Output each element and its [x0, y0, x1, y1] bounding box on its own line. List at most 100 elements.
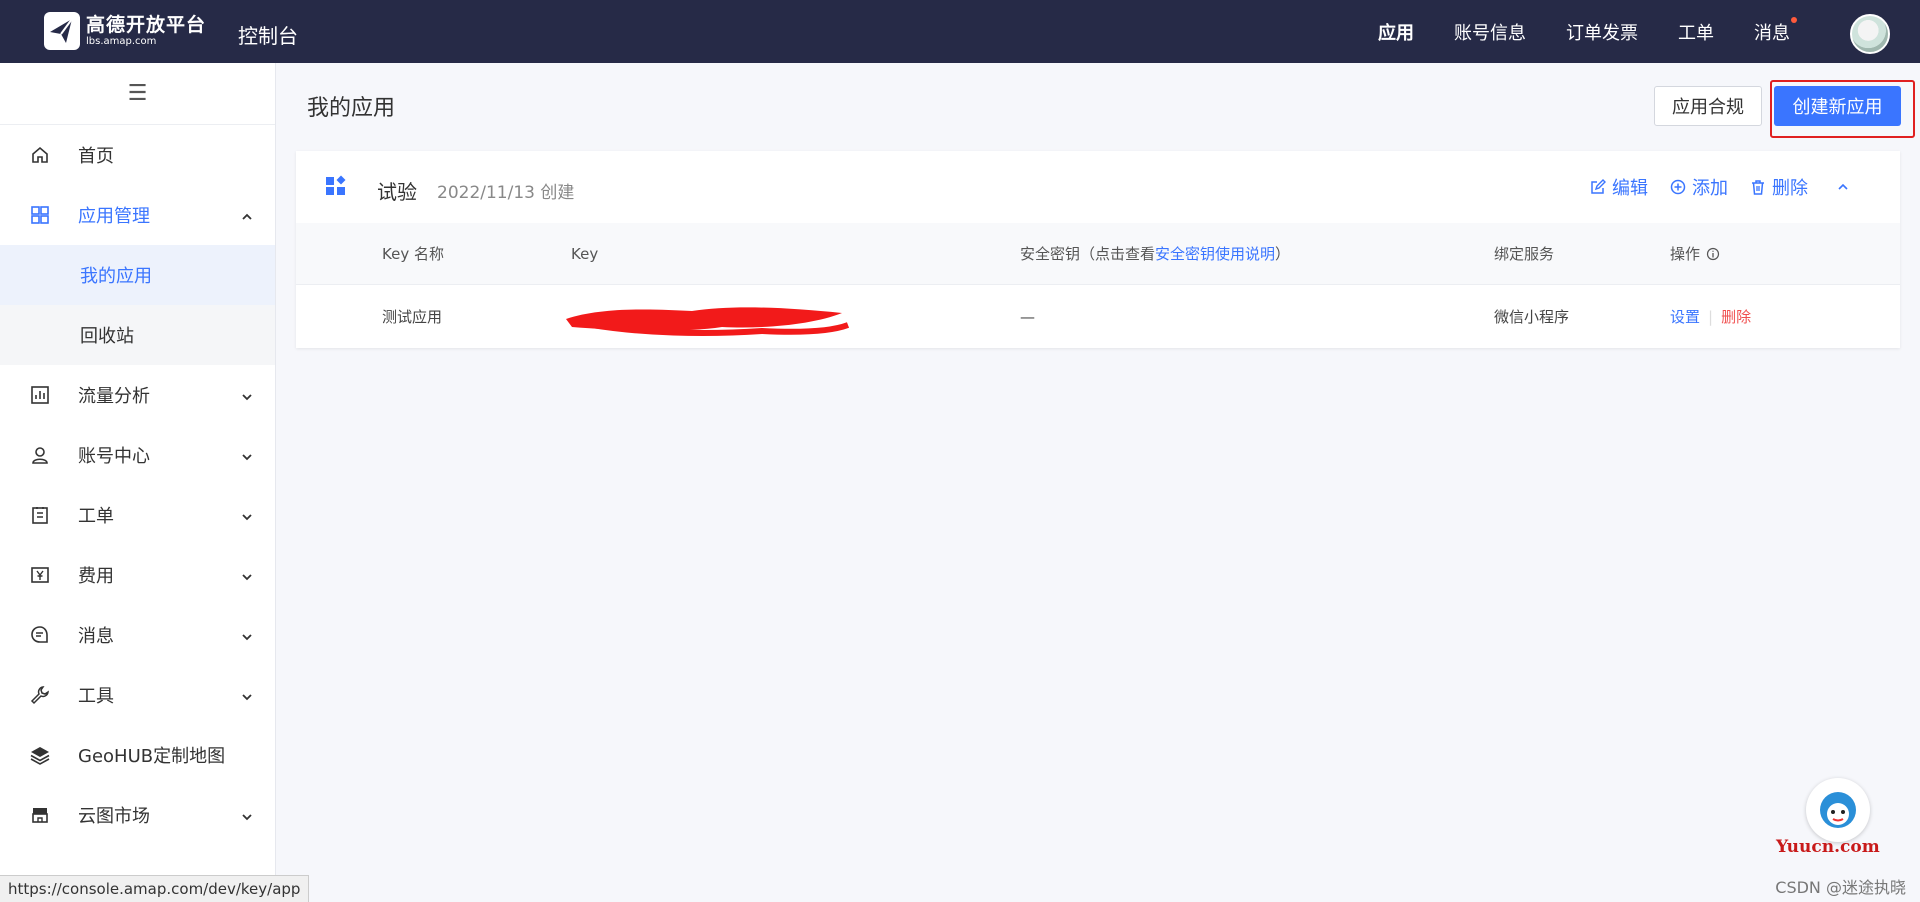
amap-logo-icon	[44, 12, 80, 50]
table-row: 测试应用 — 微信小程序 设置 | 删除	[296, 285, 1900, 348]
header-service: 绑定服务	[1494, 245, 1555, 263]
app-card-header: 试验 2022/11/13 创建 编辑 添加 删除	[296, 151, 1900, 223]
sidebar-item-label: 消息	[78, 626, 114, 647]
header-secret-prefix: 安全密钥（点击查看	[1020, 245, 1156, 263]
unread-dot	[1791, 16, 1797, 23]
header-ops: 操作	[1670, 223, 1720, 284]
message-icon	[28, 623, 52, 647]
chevron-down-icon	[241, 627, 253, 648]
sidebar-item-account-center[interactable]: 账号中心	[0, 425, 275, 485]
sidebar: ☰ 首页 应用管理 我的应用 回收站 流量分析 账号中心 工单 费用 消息 工具	[0, 63, 276, 902]
key-delete-link[interactable]: 删除	[1721, 306, 1751, 327]
sidebar-item-label: 流量分析	[78, 386, 150, 407]
sidebar-item-label: 费用	[78, 566, 114, 587]
sidebar-item-my-apps[interactable]: 我的应用	[0, 245, 275, 305]
user-icon	[28, 443, 52, 467]
sidebar-item-tickets[interactable]: 工单	[0, 485, 275, 545]
store-icon	[28, 803, 52, 827]
row-key-name: 测试应用	[382, 308, 443, 326]
wrench-icon	[28, 683, 52, 707]
nav-messages[interactable]: 消息	[1754, 16, 1797, 45]
redacted-key-scribble	[566, 307, 850, 336]
link-status-url: https://console.amap.com/dev/key/app	[0, 875, 310, 902]
nav-tickets[interactable]: 工单	[1678, 19, 1714, 45]
clipboard-icon	[28, 503, 52, 527]
csdn-watermark: CSDN @迷途执晓	[1775, 878, 1906, 897]
yuucn-mascot-logo	[1806, 778, 1870, 842]
collapse-card-button[interactable]	[1836, 180, 1856, 194]
row-ops: 设置 | 删除	[1670, 285, 1751, 348]
sidebar-item-label: GeoHUB定制地图	[78, 746, 226, 767]
chevron-down-icon	[241, 507, 253, 528]
nav-account-info[interactable]: 账号信息	[1454, 19, 1526, 45]
amap-logo[interactable]: 高德开放平台 lbs.amap.com	[44, 12, 206, 50]
menu-toggle-icon[interactable]: ☰	[0, 63, 275, 125]
chevron-down-icon	[241, 567, 253, 588]
app-name: 试验	[377, 180, 417, 204]
logo-domain: lbs.amap.com	[86, 36, 157, 47]
delete-app-button[interactable]: 删除	[1750, 174, 1808, 200]
chevron-up-icon	[241, 207, 253, 228]
nav-apps[interactable]: 应用	[1378, 19, 1414, 45]
plus-circle-icon	[1670, 179, 1686, 195]
divider: |	[1708, 307, 1714, 326]
row-secret: —	[1020, 307, 1035, 326]
chevron-down-icon	[241, 447, 253, 468]
page-title: 我的应用	[307, 96, 396, 121]
app-created-date: 2022/11/13 创建	[437, 183, 575, 203]
home-icon	[28, 143, 52, 167]
chevron-down-icon	[241, 687, 253, 708]
secret-key-doc-link[interactable]: 安全密钥使用说明	[1155, 243, 1275, 264]
trash-icon	[1752, 180, 1764, 195]
row-service: 微信小程序	[1494, 308, 1570, 326]
sidebar-item-label: 应用管理	[78, 206, 150, 227]
chevron-up-icon	[1838, 183, 1848, 190]
logo-title: 高德开放平台	[86, 14, 207, 36]
sidebar-item-label: 首页	[78, 146, 114, 167]
sidebar-item-tools[interactable]: 工具	[0, 665, 275, 725]
edit-app-label: 编辑	[1612, 178, 1648, 199]
chevron-down-icon	[241, 387, 253, 408]
console-title[interactable]: 控制台	[238, 20, 298, 49]
sidebar-item-traffic-analysis[interactable]: 流量分析	[0, 365, 275, 425]
chevron-down-icon	[241, 807, 253, 828]
yen-icon	[28, 563, 52, 587]
nav-messages-label: 消息	[1754, 22, 1790, 44]
header-secret-suffix: ）	[1275, 245, 1291, 263]
app-card: 试验 2022/11/13 创建 编辑 添加 删除 Key 名称 Key 安全密…	[296, 151, 1900, 348]
chart-icon	[28, 383, 52, 407]
sidebar-item-geohub[interactable]: GeoHUB定制地图	[0, 725, 275, 785]
nav-invoices[interactable]: 订单发票	[1566, 19, 1638, 45]
sidebar-item-cloud-market[interactable]: 云图市场	[0, 785, 275, 845]
sidebar-item-label: 工单	[78, 506, 114, 527]
edit-app-button[interactable]: 编辑	[1590, 174, 1648, 200]
app-blocks-icon	[325, 175, 347, 201]
key-settings-link[interactable]: 设置	[1670, 306, 1700, 327]
info-icon[interactable]	[1706, 247, 1720, 261]
top-navbar: 高德开放平台 lbs.amap.com 控制台 应用 账号信息 订单发票 工单 …	[0, 0, 1920, 63]
add-key-button[interactable]: 添加	[1670, 174, 1728, 200]
top-nav: 应用 账号信息 订单发票 工单 消息	[1338, 0, 1797, 63]
sidebar-item-fees[interactable]: 费用	[0, 545, 275, 605]
create-app-button[interactable]: 创建新应用	[1774, 86, 1901, 126]
yuucn-watermark: Yuucn.com	[1776, 837, 1880, 857]
edit-icon	[1591, 179, 1606, 194]
sidebar-item-recycle-bin[interactable]: 回收站	[0, 305, 275, 365]
keys-table-header: Key 名称 Key 安全密钥（点击查看 安全密钥使用说明） 绑定服务 操作	[296, 223, 1900, 285]
delete-app-label: 删除	[1772, 178, 1808, 199]
header-ops-label: 操作	[1670, 245, 1701, 263]
sidebar-item-label: 工具	[78, 686, 114, 707]
layers-icon	[28, 743, 52, 767]
sidebar-item-home[interactable]: 首页	[0, 125, 275, 185]
header-key: Key	[571, 244, 599, 263]
user-avatar[interactable]	[1850, 14, 1890, 54]
sidebar-item-label: 账号中心	[78, 446, 150, 467]
app-compliance-button[interactable]: 应用合规	[1654, 86, 1762, 126]
add-key-label: 添加	[1692, 178, 1728, 199]
sidebar-item-messages[interactable]: 消息	[0, 605, 275, 665]
sidebar-item-label: 云图市场	[78, 806, 150, 827]
app-actions: 编辑 添加 删除	[1568, 174, 1856, 200]
header-key-name: Key 名称	[382, 245, 444, 263]
grid-icon	[28, 203, 52, 227]
sidebar-item-app-management[interactable]: 应用管理	[0, 185, 275, 245]
